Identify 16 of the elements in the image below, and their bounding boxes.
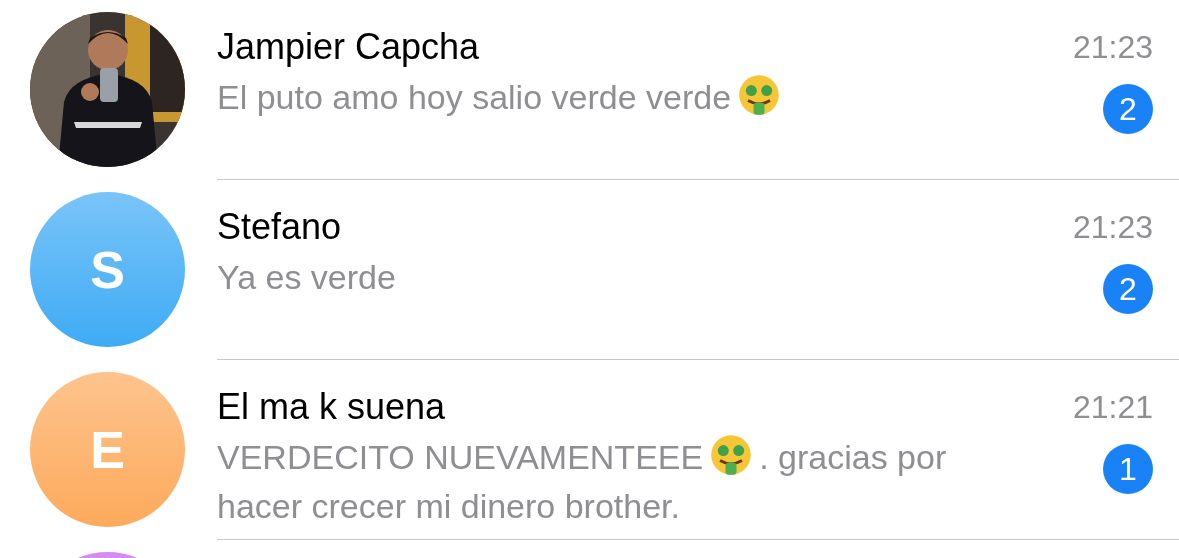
contact-name: Jampier Capcha (217, 26, 481, 68)
timestamp: 21:23 (1072, 28, 1153, 67)
avatar: S (30, 192, 185, 347)
timestamp: 21:23 (1072, 208, 1153, 247)
message-preview: Ya es verde (217, 257, 397, 298)
timestamp: 21:21 (1072, 388, 1153, 427)
contact-name: El ma k suena (217, 386, 447, 428)
message-preview: VERDECITO NUEVAMENTEEE . gracias por hacer crecer mi dinero brother. (217, 433, 1073, 531)
unread-badge: 1 (1103, 444, 1153, 494)
contact-name: Stefano (217, 206, 343, 248)
message-preview: El puto amo hoy salio verde verde (217, 73, 1073, 122)
unread-badge: 2 (1103, 264, 1153, 314)
avatar: E (30, 372, 185, 527)
unread-badge: 2 (1103, 84, 1153, 134)
smiley-icon (709, 433, 754, 477)
smiley-icon (737, 73, 782, 117)
